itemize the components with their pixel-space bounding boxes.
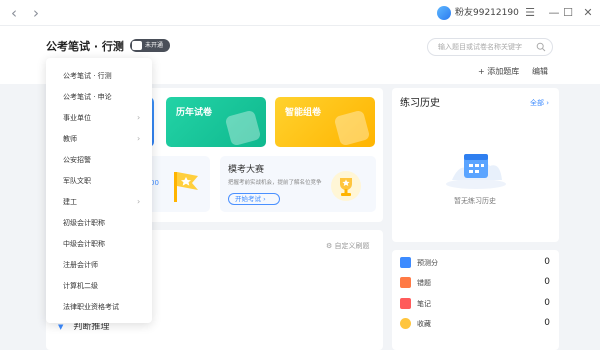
flag-icon: [174, 172, 198, 202]
trophy-icon: [331, 171, 361, 201]
stat-label: 笔记: [417, 300, 431, 308]
close-icon[interactable]: ✕: [578, 3, 598, 23]
user-name[interactable]: 粉友99212190: [455, 6, 519, 20]
stat-row-wrong[interactable]: 错题 0: [400, 276, 552, 290]
star-icon: [400, 318, 411, 329]
exam-paper-icon: [224, 109, 262, 147]
menu-item[interactable]: 初级会计职称: [63, 218, 105, 228]
forecast-icon: [400, 257, 411, 268]
empty-calendar-icon: [446, 154, 506, 189]
stat-label: 收藏: [417, 320, 431, 328]
avatar[interactable]: [437, 6, 451, 20]
mock-contest-card[interactable]: 模考大赛 把握考前实战机会，提前了解名位竞争 开始考试 ›: [220, 156, 376, 212]
menu-item[interactable]: 公安招警: [63, 155, 91, 165]
add-bank-button[interactable]: + 添加题库: [478, 66, 519, 78]
history-all-link[interactable]: 全部 ›: [530, 98, 549, 108]
chevron-down-icon[interactable]: ▼: [117, 39, 123, 53]
chevron-right-icon: ›: [137, 134, 141, 143]
stat-row-forecast[interactable]: 预测分 0: [400, 256, 552, 270]
menu-item[interactable]: 中级会计职称: [63, 239, 105, 249]
search-input[interactable]: 输入题目或试卷名称关键字: [427, 38, 553, 56]
stat-value: 0: [544, 277, 550, 287]
custom-practice-button[interactable]: ⚙ 自定义刷题: [326, 241, 370, 251]
exam-selector[interactable]: 公考笔试 · 行测: [46, 40, 124, 54]
title-bar: ‹ › 粉友99212190 ☰ — ☐ ✕: [0, 0, 600, 26]
vip-icon: [132, 41, 142, 50]
status-badge[interactable]: 未开通: [130, 39, 170, 52]
menu-item[interactable]: 公考笔试 · 申论: [63, 92, 112, 102]
stat-label: 错题: [417, 279, 431, 287]
maximize-icon[interactable]: ☐: [558, 3, 578, 23]
badge-label: 未开通: [145, 42, 164, 49]
mock-description: 把握考前实战机会，提前了解名位竞争: [228, 180, 322, 186]
menu-item[interactable]: 法律职业资格考试: [63, 302, 119, 312]
smart-paper-icon: [333, 109, 371, 147]
expand-icon[interactable]: ▼: [58, 323, 63, 331]
search-placeholder: 输入题目或试卷名称关键字: [438, 43, 522, 51]
stat-row-favorite[interactable]: 收藏 0: [400, 317, 552, 331]
history-papers-tile[interactable]: 历年试卷: [166, 97, 266, 147]
settings-icon: ⚙: [326, 242, 335, 250]
menu-icon[interactable]: ☰: [520, 3, 540, 23]
menu-item[interactable]: 建工: [63, 197, 77, 207]
menu-item[interactable]: 计算机二级: [63, 281, 98, 291]
smart-set-tile[interactable]: 智能组卷: [275, 97, 375, 147]
search-icon[interactable]: [536, 42, 546, 52]
stat-value: 0: [544, 298, 550, 308]
start-exam-button[interactable]: 开始考试 ›: [228, 193, 280, 205]
mock-title: 模考大赛: [228, 165, 265, 175]
stat-label: 预测分: [417, 259, 438, 267]
edit-button[interactable]: 编辑: [532, 66, 548, 78]
stat-value: 0: [544, 318, 550, 328]
stat-value: 0: [544, 257, 550, 267]
menu-item[interactable]: 军队文职: [63, 176, 91, 186]
menu-item[interactable]: 注册会计师: [63, 260, 98, 270]
history-title: 练习历史: [400, 98, 440, 109]
wrong-icon: [400, 277, 411, 288]
chevron-right-icon: ›: [137, 113, 141, 122]
custom-practice-label: 自定义刷题: [334, 242, 370, 250]
menu-item[interactable]: 公考笔试 · 行测: [63, 71, 112, 81]
back-arrow-icon[interactable]: ‹: [6, 5, 22, 21]
menu-item[interactable]: 事业单位: [63, 113, 91, 123]
stat-row-note[interactable]: 笔记 0: [400, 297, 552, 311]
list-item-label: 判断推理: [73, 322, 110, 332]
chevron-right-icon: ›: [137, 197, 141, 206]
tile-label: 智能组卷: [285, 108, 322, 118]
history-empty-text: 暂无练习历史: [454, 197, 496, 205]
menu-item[interactable]: 教师: [63, 134, 77, 144]
tile-label: 历年试卷: [176, 108, 213, 118]
forward-arrow-icon[interactable]: ›: [28, 5, 44, 21]
note-icon: [400, 298, 411, 309]
